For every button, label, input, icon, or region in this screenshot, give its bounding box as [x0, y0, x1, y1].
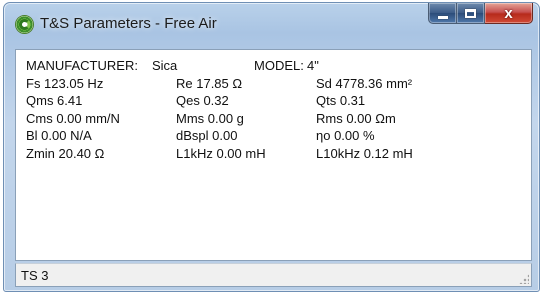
param-bl: Bl 0.00 N/A [26, 128, 92, 143]
param-efficiency: ηo 0.00 % [316, 128, 375, 143]
maximize-button[interactable] [457, 3, 485, 24]
param-qts: Qts 0.31 [316, 93, 366, 108]
title-bar[interactable]: T&S Parameters - Free Air x [4, 3, 539, 49]
param-mms: Mms 0.00 g [176, 110, 244, 126]
app-logo-icon[interactable] [15, 15, 34, 34]
param-rms: Rms 0.00 Ωm [316, 110, 396, 126]
param-qes: Qes 0.32 [176, 93, 229, 108]
param-l1khz: L1kHz 0.00 mH [176, 145, 266, 161]
status-bar: TS 3 [15, 263, 532, 287]
resize-grip-icon[interactable] [519, 274, 529, 284]
close-icon: x [504, 4, 513, 22]
app-logo-icon-ring [19, 19, 30, 30]
param-l10khz: L10kHz 0.12 mH [316, 145, 413, 161]
param-dbspl: dBspl 0.00 [176, 128, 238, 143]
param-re: Re 17.85 Ω [176, 75, 243, 91]
minimize-button[interactable] [428, 3, 457, 24]
close-button[interactable]: x [485, 3, 533, 24]
manufacturer-label: MANUFACTURER: [26, 58, 138, 73]
param-sd: Sd 4778.36 mm² [316, 75, 413, 91]
window-title: T&S Parameters - Free Air [40, 15, 217, 32]
model-value: 4" [307, 58, 319, 73]
maximize-icon [465, 8, 476, 18]
param-zmin: Zmin 20.40 Ω [26, 145, 105, 161]
param-fs: Fs 123.05 Hz [26, 75, 104, 91]
minimize-icon [437, 15, 448, 19]
model-label: MODEL: [254, 58, 304, 73]
parameters-window: T&S Parameters - Free Air x MANUFACTURER… [3, 2, 540, 292]
param-qms: Qms 6.41 [26, 93, 83, 108]
parameters-panel: MANUFACTURER: Sica MODEL: 4" Fs 123.05 H… [15, 49, 532, 261]
manufacturer-value: Sica [152, 58, 178, 73]
param-cms: Cms 0.00 mm/N [26, 110, 120, 126]
status-text: TS 3 [21, 268, 49, 283]
window-controls: x [428, 3, 533, 24]
